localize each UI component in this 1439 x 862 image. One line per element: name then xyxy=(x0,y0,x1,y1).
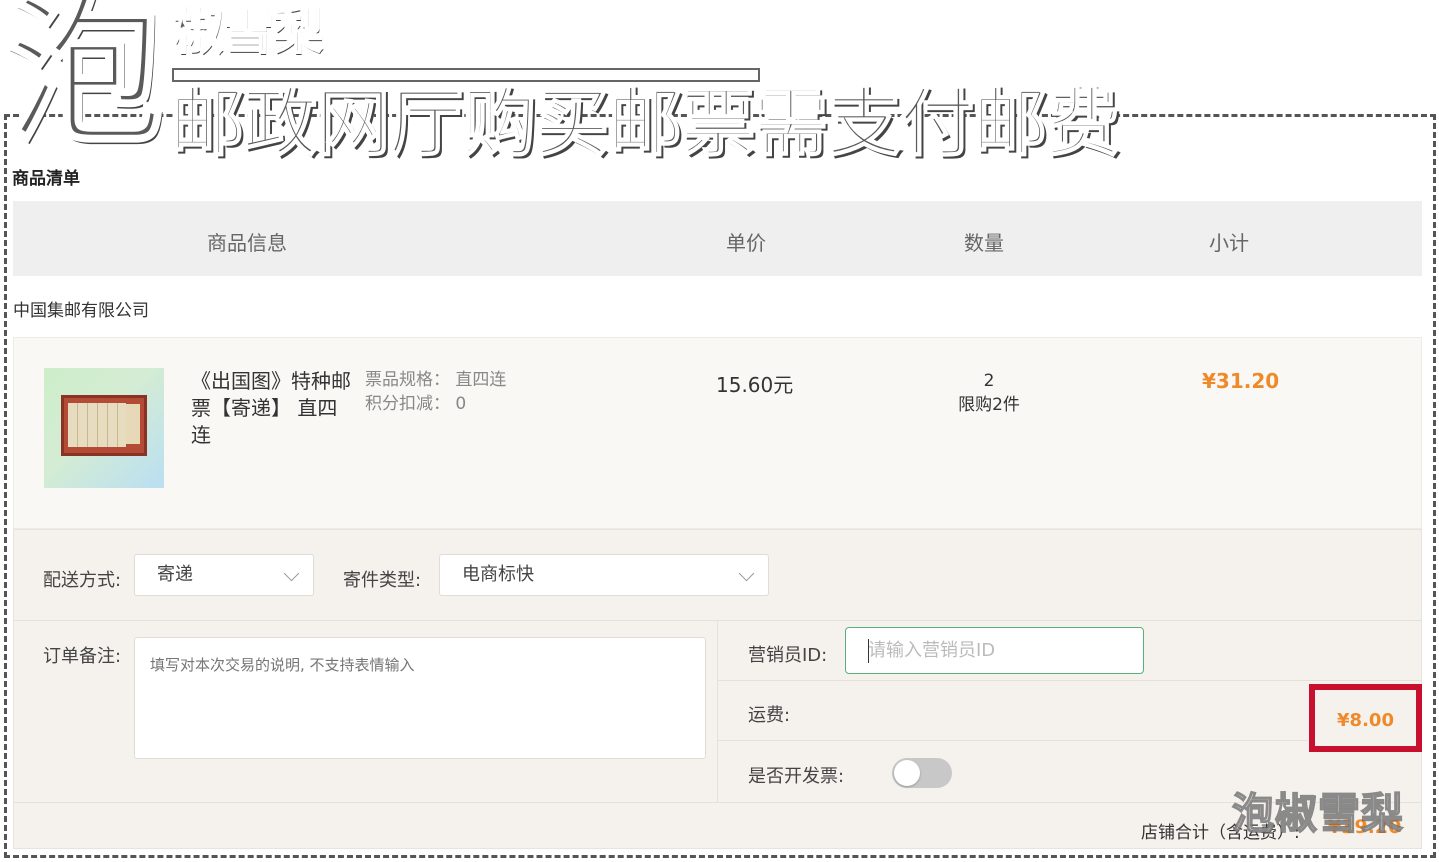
points-label: 积分扣减： xyxy=(365,394,450,414)
overlay-headline: 邮政网厅购买邮票需支付邮费 xyxy=(169,80,1121,166)
header-unit-price: 单价 xyxy=(726,231,766,255)
mail-type-select[interactable]: 电商标快 xyxy=(439,554,769,596)
product-row: 《出国图》特种邮票【寄递】 直四连 票品规格： 直四连 积分扣减： 0 15.6… xyxy=(13,337,1422,529)
delivery-label: 配送方式: xyxy=(43,570,122,591)
divider xyxy=(718,680,1421,681)
shipping-fee-value: ¥8.00 xyxy=(1337,710,1394,731)
mail-type-label: 寄件类型: xyxy=(343,570,422,591)
header-quantity: 数量 xyxy=(964,231,1004,255)
marketer-id-placeholder: 请输入营销员ID xyxy=(868,640,996,661)
chevron-down-icon xyxy=(283,565,300,582)
invoice-toggle[interactable] xyxy=(892,758,952,788)
watermark: 泡椒雪梨 xyxy=(1231,788,1405,839)
invoice-label: 是否开发票: xyxy=(748,766,845,787)
shipping-fee-highlight: ¥8.00 xyxy=(1309,684,1422,752)
spec-label: 票品规格： xyxy=(365,370,450,390)
toggle-knob xyxy=(894,760,920,786)
text-caret xyxy=(868,639,869,663)
points-value: 0 xyxy=(455,394,467,414)
order-options: 配送方式: 寄递 寄件类型: 电商标快 订单备注: 营销员ID: 请输入营销员I… xyxy=(13,529,1422,849)
subtotal-value: ¥31.20 xyxy=(1202,369,1280,393)
shop-name: 中国集邮有限公司 xyxy=(13,301,149,321)
mail-type-select-value: 电商标快 xyxy=(462,564,534,585)
delivery-select[interactable]: 寄递 xyxy=(134,554,314,596)
shipping-label: 运费: xyxy=(748,705,791,726)
marketer-id-input[interactable]: 请输入营销员ID xyxy=(845,627,1144,674)
spec-value: 直四连 xyxy=(455,370,507,390)
header-product-info: 商品信息 xyxy=(207,231,287,255)
product-name[interactable]: 《出国图》特种邮票【寄递】 直四连 xyxy=(191,368,351,449)
remark-textarea[interactable] xyxy=(134,637,706,759)
divider xyxy=(14,802,1421,803)
stamp-sheet-image xyxy=(61,395,147,456)
overlay-brand: 椒雪梨 xyxy=(172,2,324,60)
purchase-limit: 限购2件 xyxy=(958,395,1020,415)
product-spec: 票品规格： 直四连 积分扣减： 0 xyxy=(365,368,506,416)
chevron-down-icon xyxy=(738,565,755,582)
header-subtotal: 小计 xyxy=(1209,231,1249,255)
table-header: 商品信息 单价 数量 小计 xyxy=(13,201,1422,276)
divider xyxy=(717,620,718,802)
marketer-label: 营销员ID: xyxy=(748,645,828,666)
section-title: 商品清单 xyxy=(12,169,80,189)
product-thumbnail[interactable] xyxy=(44,368,164,488)
delivery-select-value: 寄递 xyxy=(157,564,193,585)
quantity-cell: 2 限购2件 xyxy=(914,369,1064,417)
divider xyxy=(718,740,1308,741)
overlay-big-char: 泡 xyxy=(5,0,166,165)
unit-price: 15.60元 xyxy=(716,373,794,397)
quantity-value: 2 xyxy=(983,371,995,391)
remark-label: 订单备注: xyxy=(43,646,122,667)
